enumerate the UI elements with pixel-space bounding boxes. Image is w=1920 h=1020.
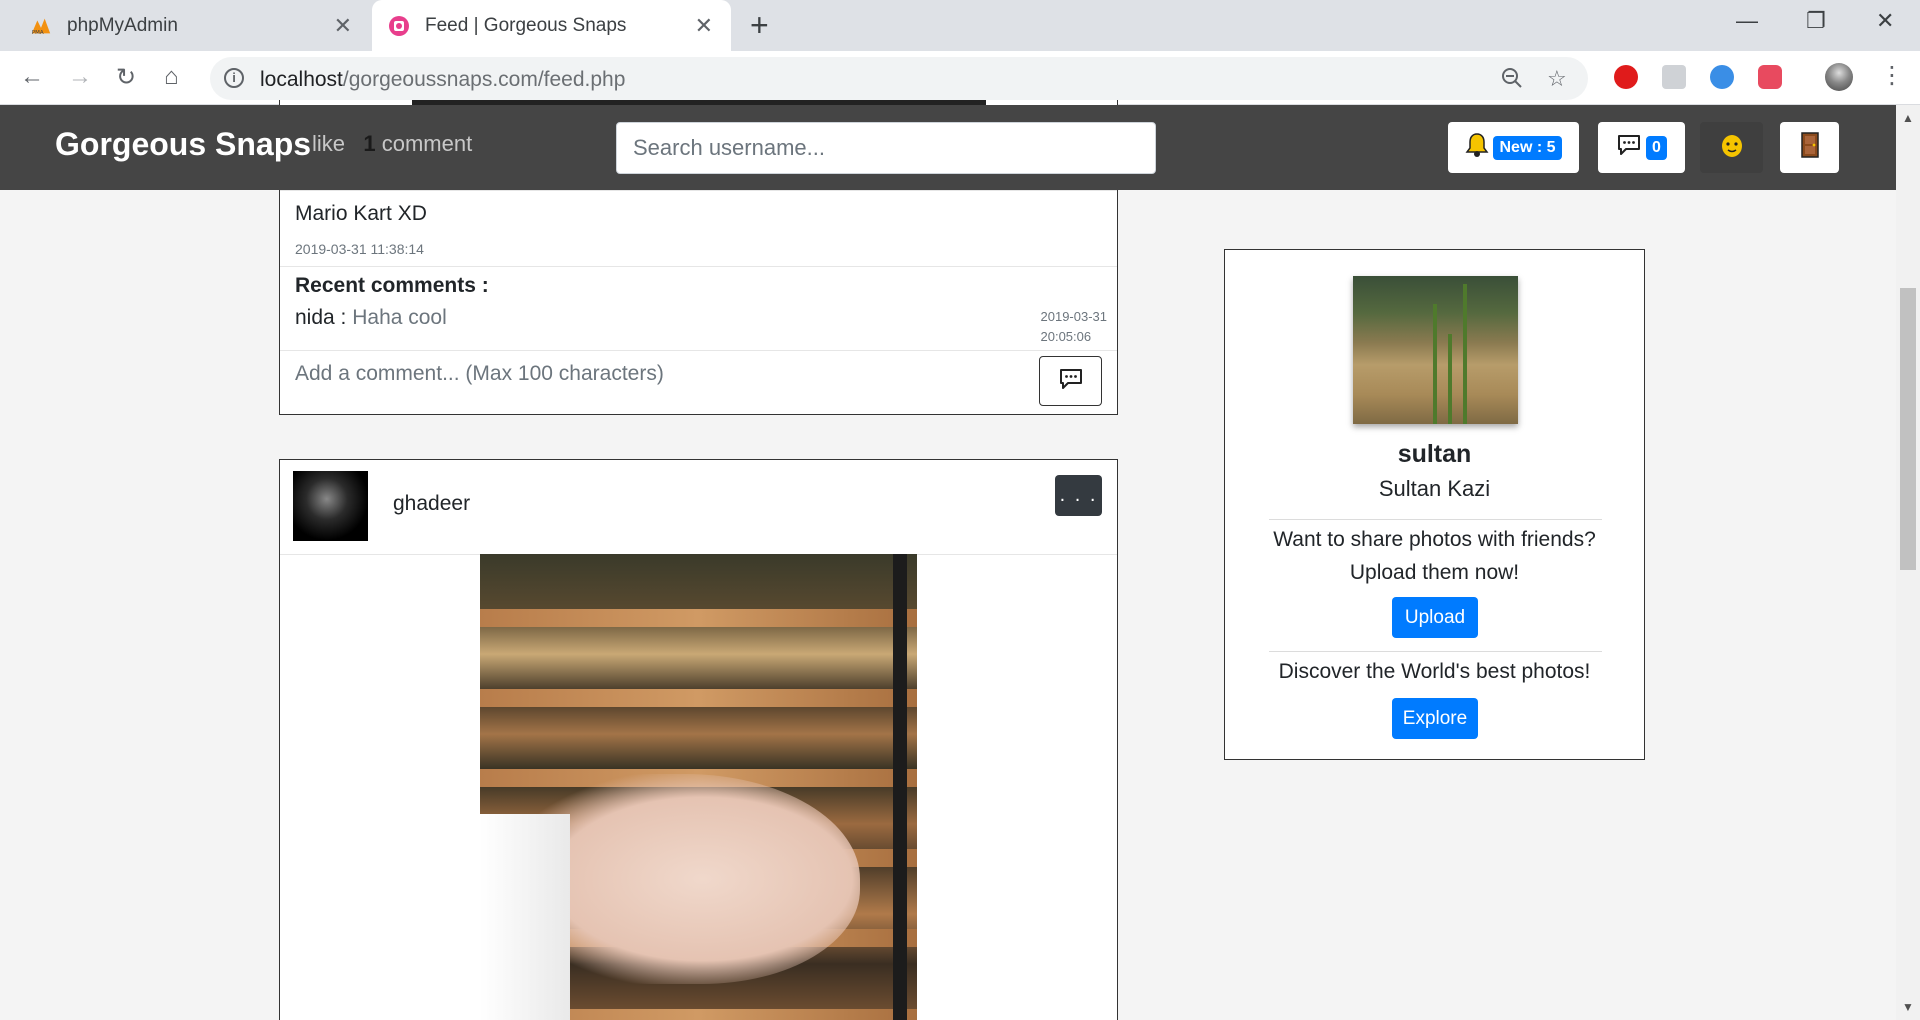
profile-photo[interactable] <box>1353 276 1518 424</box>
tab-title: phpMyAdmin <box>67 14 178 36</box>
tab-feed[interactable]: Feed | Gorgeous Snaps ✕ <box>372 0 731 51</box>
comment-item: nida : Haha cool <box>295 306 447 330</box>
bell-icon <box>1465 132 1489 163</box>
minimize-icon[interactable]: — <box>1736 8 1758 34</box>
back-icon[interactable]: ← <box>20 63 44 91</box>
messages-button[interactable]: 0 <box>1598 122 1685 173</box>
forward-icon[interactable]: → <box>68 63 92 91</box>
divider <box>280 350 1117 351</box>
site-brand[interactable]: Gorgeous Snaps <box>55 126 311 163</box>
address-bar[interactable]: i localhost/gorgeoussnaps.com/feed.php ☆ <box>210 57 1588 100</box>
door-icon <box>1799 131 1821 164</box>
notifications-button[interactable]: New : 5 <box>1448 122 1579 173</box>
comment-user[interactable]: nida <box>295 306 335 329</box>
post-username[interactable]: ghadeer <box>393 492 470 516</box>
adblock-extension-icon[interactable] <box>1614 65 1638 89</box>
comment-input[interactable] <box>295 362 1035 386</box>
recent-comments-title: Recent comments : <box>295 274 489 297</box>
browser-tab-bar: PMA phpMyAdmin ✕ Feed | Gorgeous Snaps ✕… <box>0 0 1920 51</box>
page-scrollbar[interactable]: ▲ ▼ <box>1896 105 1920 1020</box>
divider <box>1269 651 1602 652</box>
close-tab-icon[interactable]: ✕ <box>695 13 713 39</box>
home-icon[interactable]: ⌂ <box>164 63 179 91</box>
profile-card: sultan Sultan Kazi Want to share photos … <box>1224 249 1645 760</box>
discover-text: Discover the World's best photos! <box>1278 660 1591 683</box>
send-comment-button[interactable] <box>1039 356 1102 406</box>
site-info-icon[interactable]: i <box>224 68 244 88</box>
scrollbar-thumb[interactable] <box>1900 288 1916 570</box>
messages-badge: 0 <box>1646 135 1667 160</box>
site-icon <box>388 15 410 37</box>
post-card: ghadeer . . . <box>279 459 1118 1020</box>
browser-menu-icon[interactable]: ⋮ <box>1880 61 1904 90</box>
profile-full-name: Sultan Kazi <box>1378 476 1491 501</box>
bookmark-star-icon[interactable]: ☆ <box>1547 66 1567 92</box>
close-tab-icon[interactable]: ✕ <box>334 13 352 39</box>
extension-cube-icon[interactable] <box>1662 65 1686 89</box>
profile-button[interactable] <box>1700 122 1763 173</box>
comment-date: 2019-03-31 20:05:06 <box>1040 309 1108 344</box>
post-caption: Mario Kart XD <box>295 202 427 225</box>
scroll-down-icon[interactable]: ▼ <box>1902 1000 1914 1014</box>
share-prompt-cta: Upload them now! <box>1349 561 1520 584</box>
extension-globe-icon[interactable] <box>1710 65 1734 89</box>
upload-button[interactable]: Upload <box>1392 597 1478 638</box>
logout-button[interactable] <box>1780 122 1839 173</box>
face-icon <box>1719 131 1745 164</box>
divider <box>1269 519 1602 520</box>
user-avatar[interactable] <box>293 471 368 541</box>
post-photo[interactable] <box>480 554 917 1020</box>
notifications-badge: New : 5 <box>1493 135 1562 160</box>
profile-username: sultan <box>1397 440 1472 468</box>
site-navbar: like 1 comment Gorgeous Snaps New : 5 0 <box>0 105 1896 190</box>
profile-avatar-icon[interactable] <box>1825 63 1853 91</box>
search-input[interactable] <box>616 122 1156 174</box>
browser-toolbar: ← → ↻ ⌂ i localhost/gorgeoussnaps.com/fe… <box>0 51 1920 105</box>
comment-separator: : <box>334 306 353 329</box>
extension-shield-icon[interactable] <box>1758 65 1782 89</box>
restore-icon[interactable]: ❐ <box>1806 8 1826 34</box>
post-timestamp: 2019-03-31 11:38:14 <box>295 241 424 257</box>
scroll-up-icon[interactable]: ▲ <box>1902 111 1914 125</box>
more-options-button[interactable]: . . . <box>1055 475 1102 516</box>
explore-button[interactable]: Explore <box>1392 698 1478 739</box>
svg-text:PMA: PMA <box>32 30 44 36</box>
comment-text: Haha cool <box>352 306 447 329</box>
url-text: localhost/gorgeoussnaps.com/feed.php <box>260 68 626 91</box>
pma-icon: PMA <box>30 15 52 37</box>
divider <box>280 266 1117 267</box>
zoom-out-icon[interactable] <box>1500 66 1524 96</box>
tab-title: Feed | Gorgeous Snaps <box>425 14 627 36</box>
new-tab-icon[interactable]: + <box>750 7 769 44</box>
tab-phpmyadmin[interactable]: PMA phpMyAdmin ✕ <box>30 0 370 51</box>
divider <box>280 190 1117 191</box>
share-prompt: Want to share photos with friends? <box>1273 528 1596 551</box>
window-close-icon[interactable]: ✕ <box>1876 8 1894 34</box>
post-stats: like 1 comment <box>312 131 473 156</box>
comment-icon <box>1058 367 1084 396</box>
reload-icon[interactable]: ↻ <box>116 63 136 92</box>
chat-icon <box>1616 133 1642 162</box>
